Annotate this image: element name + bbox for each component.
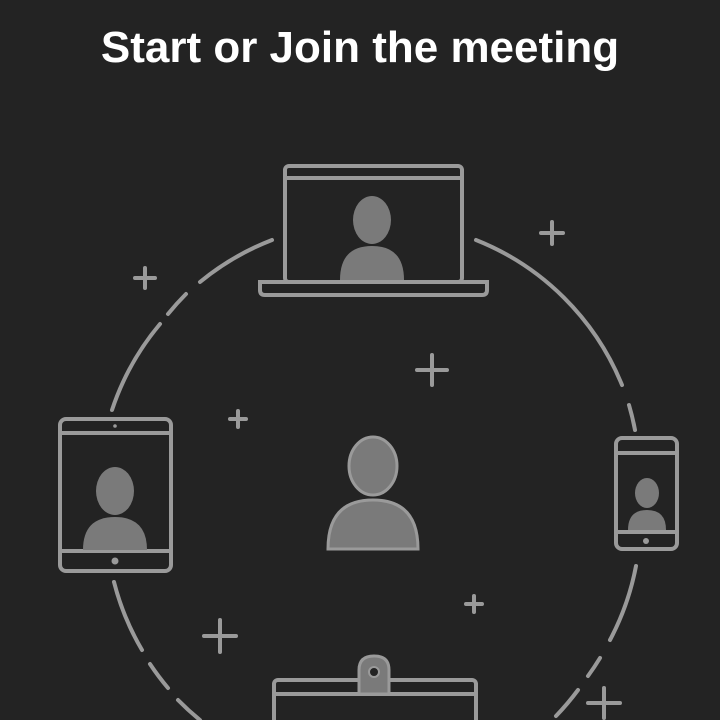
webcam-icon [368, 666, 380, 678]
meeting-illustration [58, 164, 679, 720]
laptop-icon [258, 164, 489, 297]
desktop-monitor-icon [272, 654, 478, 720]
phone-icon [614, 436, 679, 551]
user-avatar-icon [326, 435, 420, 551]
tablet-icon [58, 417, 173, 573]
onboarding-screen: Start or Join the meeting [0, 0, 720, 720]
